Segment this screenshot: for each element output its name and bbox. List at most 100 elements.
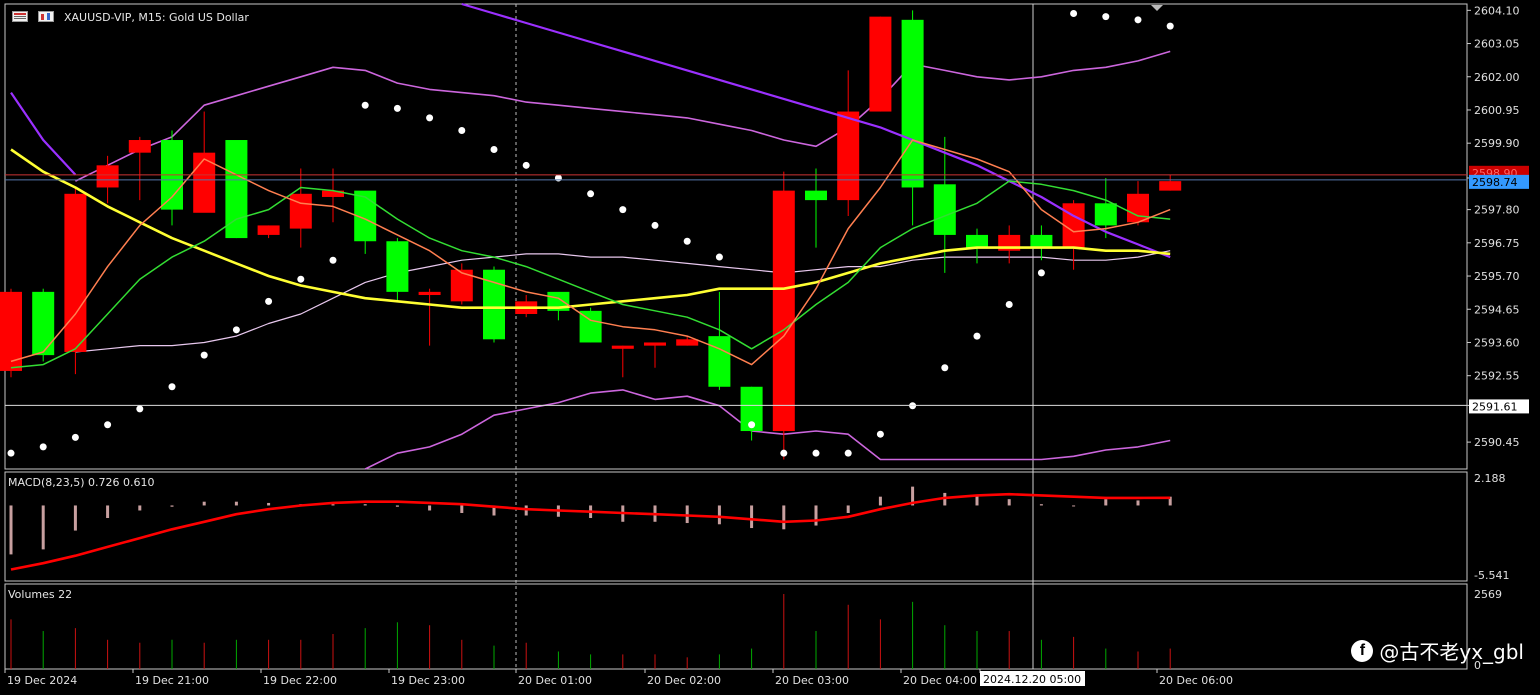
macd-histogram-bar	[331, 504, 335, 506]
price-label: 2604.10	[1474, 4, 1520, 17]
sar-dot	[522, 161, 530, 169]
macd-histogram-bar	[975, 495, 979, 506]
sar-dot	[1005, 301, 1013, 309]
sar-dot	[1037, 269, 1045, 277]
indicator-icon	[38, 11, 54, 22]
macd-histogram-bar	[106, 505, 110, 519]
price-label: 2602.00	[1474, 71, 1520, 84]
sar-dot	[876, 430, 884, 438]
sar-dot	[973, 332, 981, 340]
price-label: 2594.65	[1474, 303, 1520, 316]
candle-body	[257, 225, 280, 235]
volume-pane-frame	[4, 583, 1468, 670]
price-label: 2590.45	[1474, 436, 1520, 449]
crosshair-time-label: 2024.12.20 05:00	[983, 673, 1081, 686]
macd-histogram-bar	[782, 505, 786, 530]
volumes-title: Volumes 22	[8, 588, 73, 601]
bid-price-label: 2598.74	[1472, 176, 1518, 189]
macd-histogram-bar	[1104, 499, 1108, 506]
candle-body	[1062, 203, 1085, 248]
watermark: f @古不老yx_gbl	[1351, 636, 1524, 665]
price-label: 2603.05	[1474, 38, 1520, 51]
macd-histogram-bar	[1039, 504, 1043, 506]
macd-title: MACD(8,23,5) 0.726 0.610	[8, 476, 155, 489]
price-label: 2592.55	[1474, 370, 1520, 383]
candle-body	[966, 234, 988, 248]
time-label: 19 Dec 21:00	[135, 674, 209, 687]
sar-dot	[1134, 16, 1142, 24]
macd-histogram-bar	[878, 496, 882, 506]
time-label: 20 Dec 02:00	[647, 674, 721, 687]
candle-body	[869, 16, 892, 112]
sar-dot	[168, 383, 176, 391]
candle-body	[772, 190, 795, 432]
macd-histogram-bar	[1072, 505, 1076, 507]
macd-histogram-bar	[750, 505, 754, 529]
macd-histogram-bar	[428, 505, 432, 511]
price-label: 2600.95	[1474, 104, 1520, 117]
candle-body	[128, 140, 151, 153]
chart-title: XAUUSD-VIP, M15: Gold US Dollar	[64, 11, 249, 24]
time-label: 20 Dec 03:00	[775, 674, 849, 687]
watermark-text: @古不老yx_gbl	[1379, 640, 1524, 664]
sar-dot	[329, 256, 337, 264]
candle-body	[901, 19, 924, 188]
candle-body	[805, 190, 827, 201]
sar-dot	[232, 326, 240, 334]
macd-histogram-bar	[460, 505, 464, 513]
time-label: 19 Dec 23:00	[391, 674, 465, 687]
sar-dot	[426, 114, 434, 122]
macd-histogram-bar	[267, 502, 271, 506]
sar-dot	[1166, 22, 1174, 30]
sar-dot	[748, 421, 756, 429]
price-label: 2593.60	[1474, 336, 1520, 349]
sar-dot	[780, 449, 788, 457]
sar-dot	[136, 405, 144, 413]
candle-body	[837, 111, 860, 201]
candle-body	[289, 193, 312, 229]
candle-body	[1127, 193, 1149, 223]
candle-body	[1159, 181, 1182, 191]
macd-axis-label: -5.541	[1474, 569, 1509, 582]
sar-dot	[297, 275, 305, 283]
candle-body	[1094, 203, 1117, 226]
macd-histogram-bar	[717, 505, 721, 525]
candle-body	[64, 193, 87, 352]
sar-dot	[71, 433, 79, 441]
facebook-icon: f	[1351, 639, 1374, 662]
sar-dot	[619, 206, 627, 214]
shift-marker-icon	[1151, 5, 1163, 11]
macd-histogram-bar	[9, 505, 13, 555]
sar-dot	[458, 127, 466, 135]
sar-dot	[200, 351, 208, 359]
price-label: 2597.80	[1474, 204, 1520, 217]
bollinger-lower-line	[364, 389, 1171, 470]
sar-dot	[651, 221, 659, 229]
macd-histogram-bar	[363, 504, 367, 506]
price-label: 2596.75	[1474, 237, 1520, 250]
macd-histogram-bar	[73, 505, 77, 531]
time-label: 20 Dec 06:00	[1159, 674, 1233, 687]
time-label: 19 Dec 2024	[7, 674, 77, 687]
ma-long-line	[10, 2, 1171, 259]
candle-body	[1030, 234, 1053, 248]
trading-chart[interactable]: 2604.10 2603.05 2602.00 2600.95 2599.90 2598.…	[0, 0, 1540, 695]
sar-dot	[941, 364, 949, 372]
macd-histogram-bar	[41, 505, 45, 550]
sar-dot	[393, 104, 401, 112]
macd-histogram-bar	[202, 501, 206, 506]
sar-dot	[361, 101, 369, 109]
sar-dot	[39, 443, 47, 451]
sar-dot	[490, 146, 498, 154]
time-label: 20 Dec 04:00	[903, 674, 977, 687]
main-pane-frame	[4, 3, 1468, 470]
crosshair-price-label: 2591.61	[1472, 400, 1518, 413]
sar-dot	[812, 449, 820, 457]
sar-dot	[554, 174, 562, 182]
macd-histogram-bar	[1136, 500, 1140, 506]
sar-dot	[683, 237, 691, 245]
candle-body	[386, 241, 409, 292]
macd-histogram-bar	[1007, 499, 1011, 506]
macd-pane-frame	[4, 471, 1468, 582]
candle-body	[644, 342, 666, 346]
